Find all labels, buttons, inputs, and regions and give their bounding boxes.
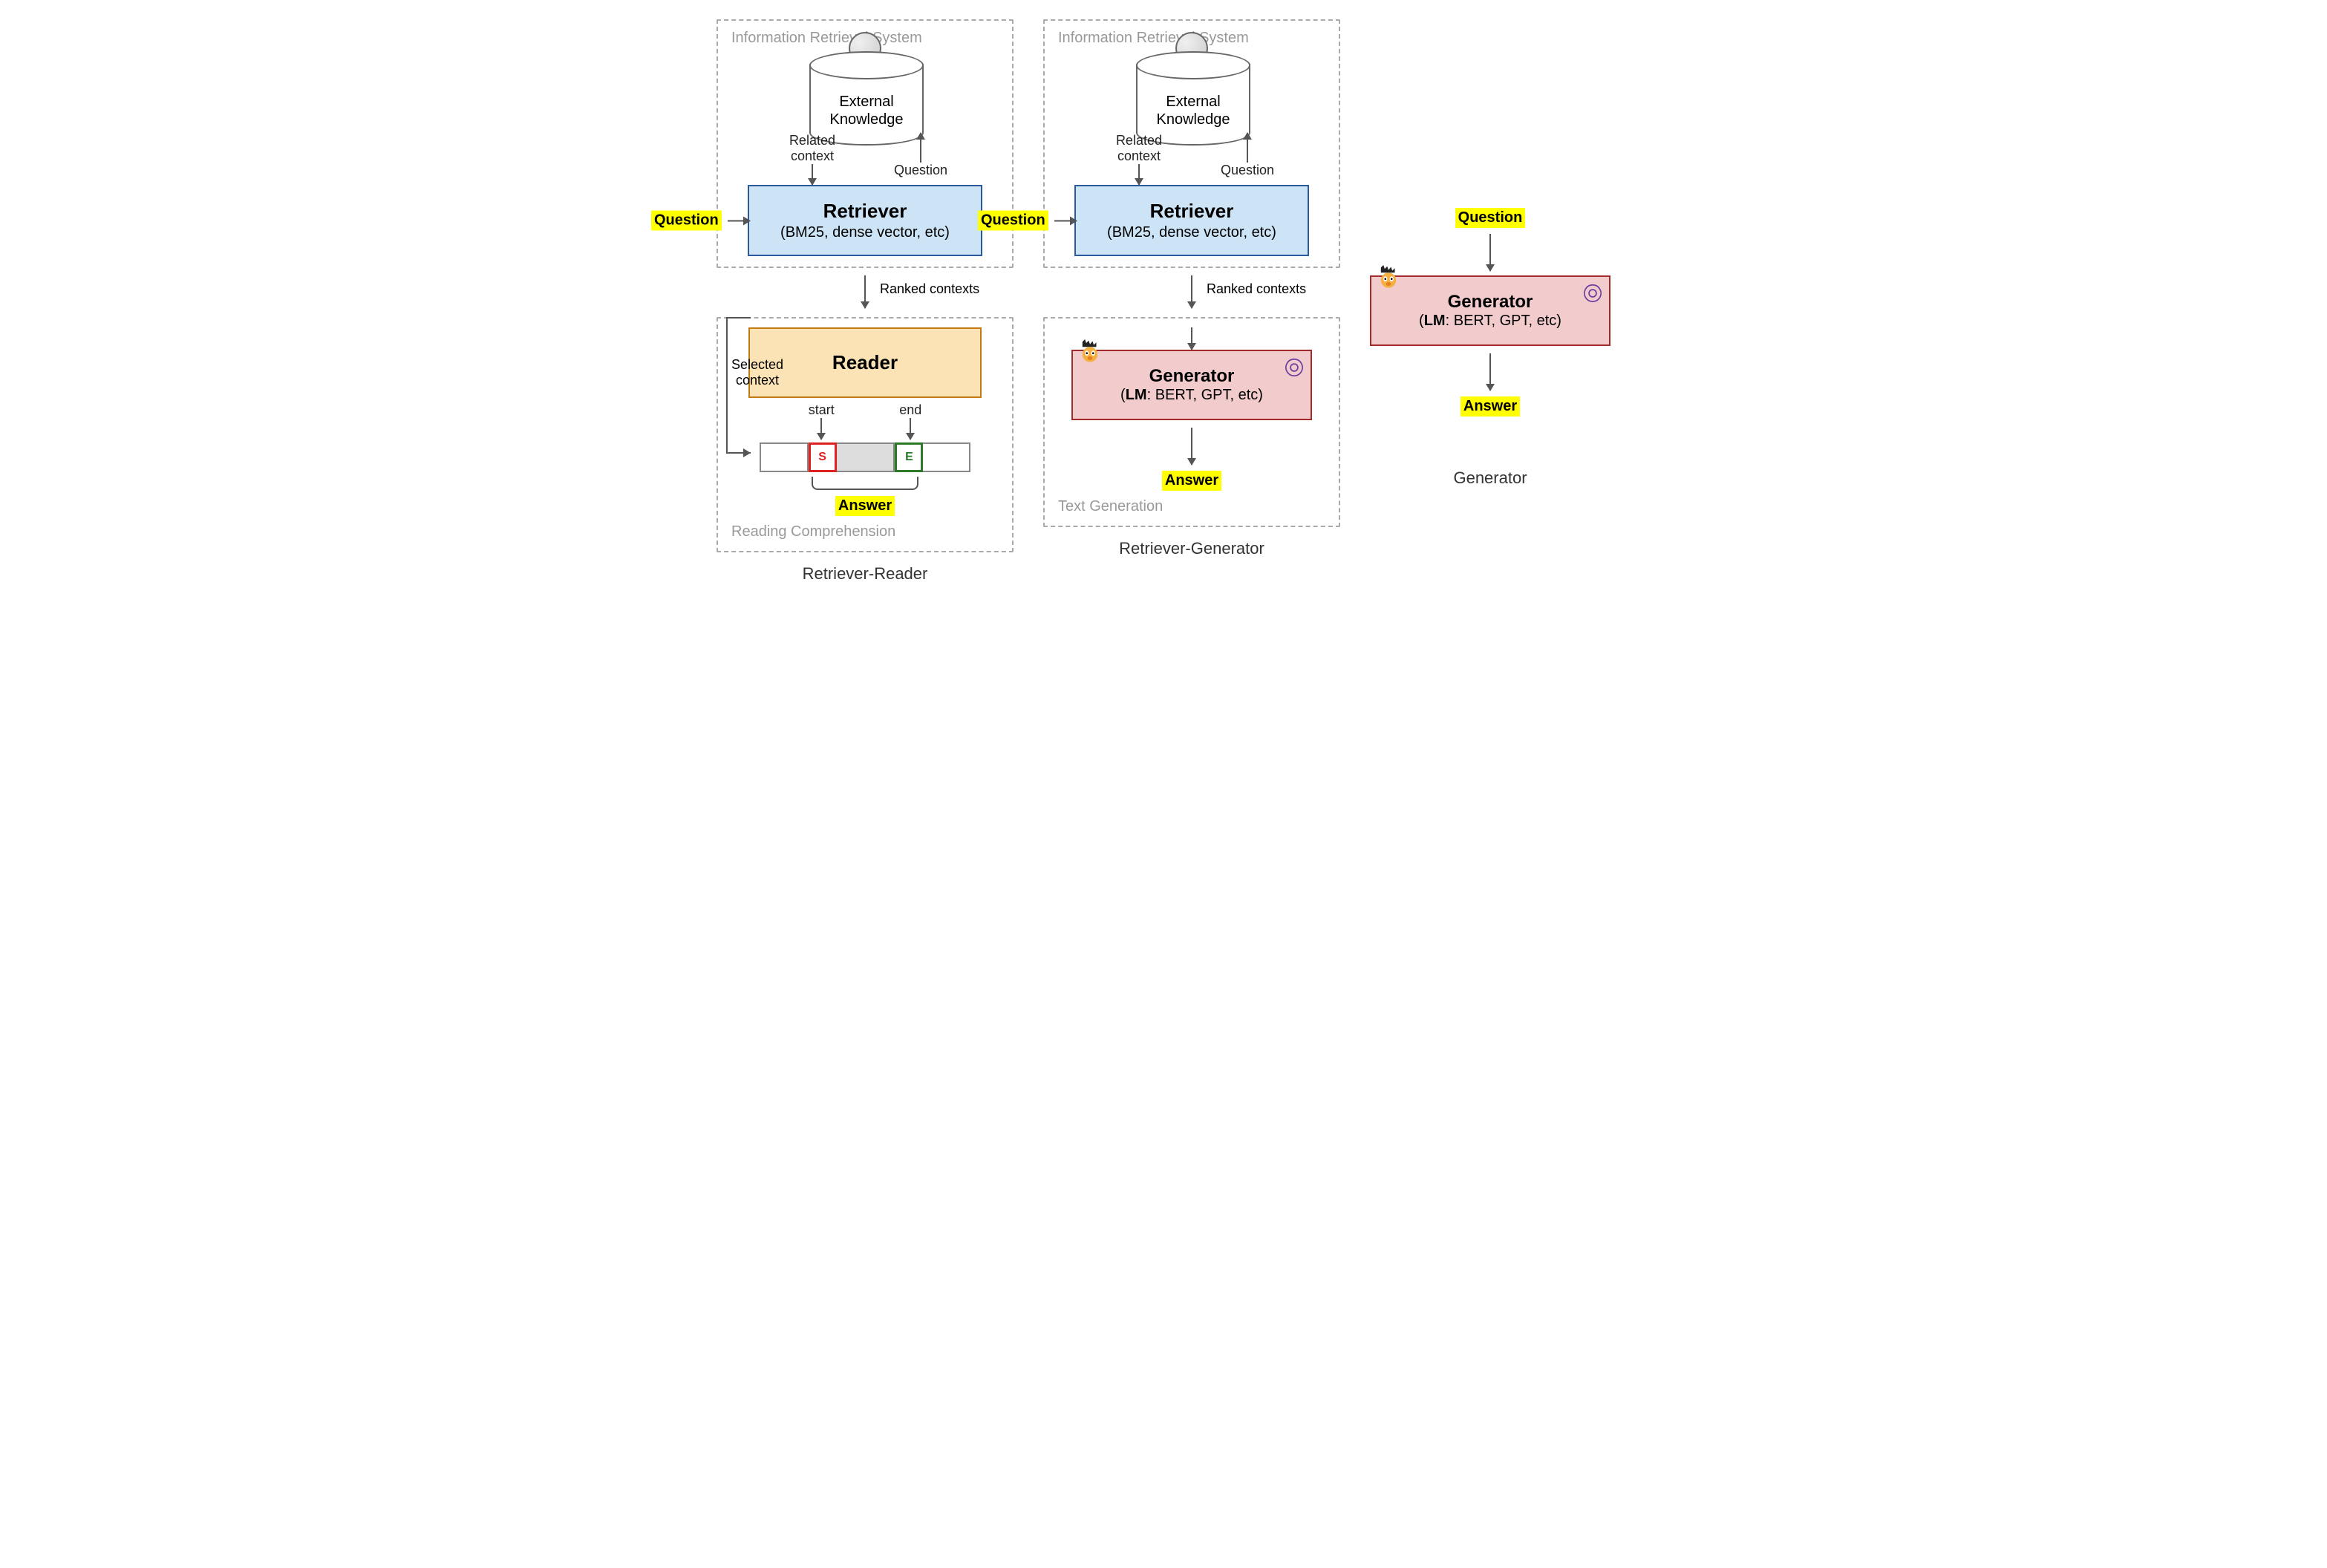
column-retriever-generator: Information Retrieval System External Kn… (1043, 15, 1340, 558)
question-input-2: Question (978, 211, 1077, 231)
bert-icon (1077, 339, 1103, 365)
answer-highlight-2: Answer (1162, 471, 1221, 491)
answer-highlight-1: Answer (835, 496, 895, 516)
openai-icon (1284, 357, 1305, 378)
ir-system-box-2: Information Retrieval System External Kn… (1043, 19, 1340, 268)
reader-output-arrows: start end (776, 402, 954, 440)
retriever-title-2: Retriever (1088, 200, 1296, 223)
caption-3: Generator (1453, 468, 1527, 488)
retriever-sub-1: (BM25, dense vector, etc) (761, 224, 969, 241)
generator-box-1: Generator (LM: BERT, GPT, etc) (1071, 350, 1312, 420)
caption-2: Retriever-Generator (1119, 539, 1264, 558)
reading-comp-footer: Reading Comprehension (731, 523, 999, 540)
generator-sub-1: (LM: BERT, GPT, etc) (1080, 387, 1303, 404)
ir-system-box-1: Information Retrieval System External Kn… (717, 19, 1014, 268)
ranked-label-2: Ranked contexts (1207, 281, 1306, 297)
column-retriever-reader: Information Retrieval System External Kn… (717, 15, 1014, 584)
retriever-title-1: Retriever (761, 200, 969, 223)
answer-highlight-3: Answer (1461, 396, 1520, 416)
retriever-box-1: Retriever (BM25, dense vector, etc) (748, 185, 982, 256)
ranked-label-1: Ranked contexts (880, 281, 979, 297)
caption-1: Retriever-Reader (803, 564, 928, 584)
question-arrow-label-2: Question (1221, 163, 1274, 178)
answer-bracket (812, 477, 918, 490)
openai-icon-2 (1582, 283, 1603, 304)
text-generation-box: Generator (LM: BERT, GPT, etc) Answer Te… (1043, 317, 1340, 527)
span-end-marker: E (895, 442, 923, 472)
question-arrow-label-1: Question (894, 163, 947, 178)
retriever-sub-2: (BM25, dense vector, etc) (1088, 224, 1296, 241)
ranked-contexts-arrow-1: Ranked contexts (717, 275, 1014, 308)
kb-retriever-arrows-2: Related context Question (1103, 133, 1281, 185)
knowledge-label-2: External Knowledge (1157, 93, 1230, 128)
question-highlight-1: Question (651, 211, 722, 231)
related-context-label-2: Related context (1109, 133, 1169, 164)
generator-title-1: Generator (1080, 366, 1303, 387)
generator-box-2: Generator (LM: BERT, GPT, etc) (1370, 275, 1610, 346)
related-context-label-1: Related context (783, 133, 842, 164)
reader-title: Reader (832, 351, 898, 373)
text-gen-footer: Text Generation (1058, 498, 1325, 515)
question-input-1: Question (651, 211, 750, 231)
column-generator-only: Question (1370, 15, 1610, 488)
bert-icon-2 (1376, 265, 1401, 290)
retriever-box-2: Retriever (BM25, dense vector, etc) (1074, 185, 1309, 256)
start-label: start (809, 402, 835, 418)
question-highlight-3: Question (1455, 208, 1526, 228)
kb-retriever-arrows-1: Related context Question (776, 133, 954, 185)
end-label: end (899, 402, 921, 418)
knowledge-label: External Knowledge (830, 93, 904, 128)
ranked-contexts-arrow-2: Ranked contexts (1043, 275, 1340, 308)
retrieval-inner-1: External Knowledge Related context Quest… (731, 51, 999, 256)
knowledge-cylinder-2: External Knowledge (1136, 51, 1247, 133)
generator-sub-2: (LM: BERT, GPT, etc) (1379, 313, 1602, 330)
selected-context-arrow (724, 315, 754, 463)
context-span-bar: S E (760, 442, 970, 472)
qa-architectures-diagram: Information Retrieval System External Kn… (15, 15, 2312, 584)
knowledge-cylinder-1: External Knowledge (809, 51, 921, 133)
reading-comprehension-box: Reader Selected context start end (717, 317, 1014, 552)
question-highlight-2: Question (978, 211, 1048, 231)
generator-title-2: Generator (1379, 292, 1602, 313)
span-start-marker: S (809, 442, 837, 472)
